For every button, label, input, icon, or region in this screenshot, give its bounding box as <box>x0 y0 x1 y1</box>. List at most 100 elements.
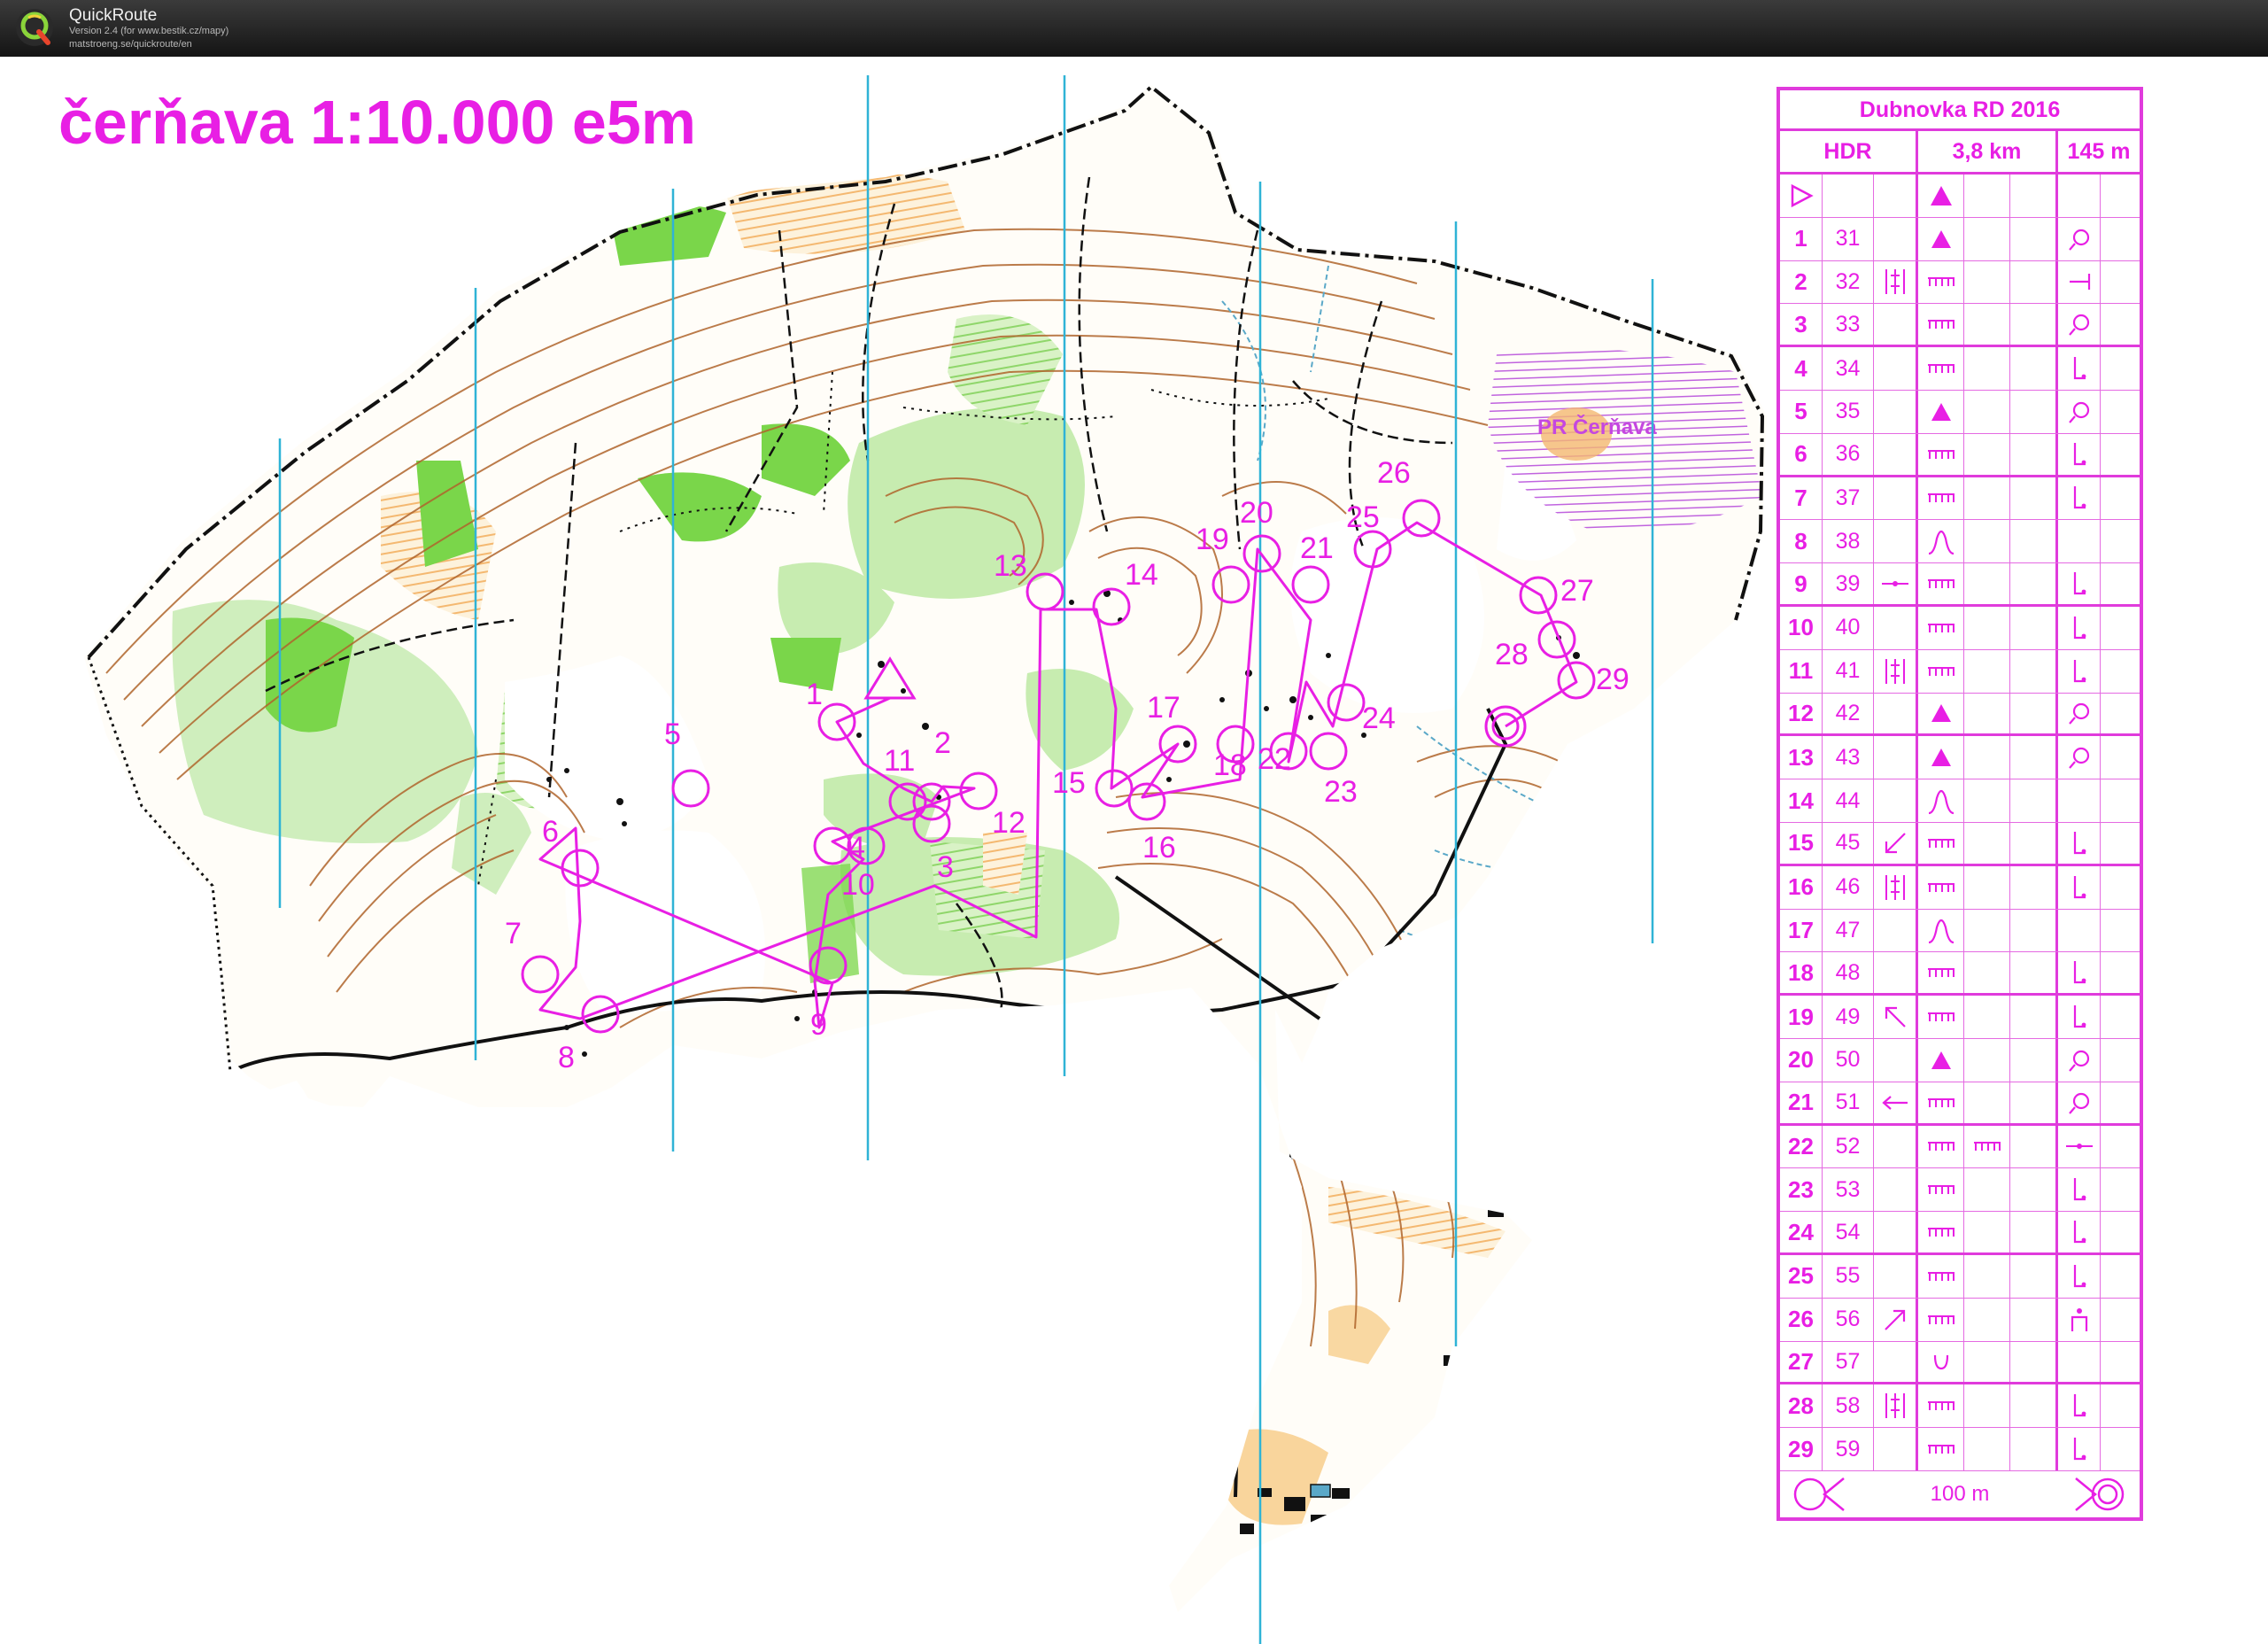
control-description-row: 20 50 <box>1780 1038 2140 1082</box>
control-number: 4 <box>848 831 865 865</box>
control-code: 53 <box>1823 1168 1874 1212</box>
control-number: 13 <box>994 549 1027 583</box>
comb-icon <box>1918 865 1964 909</box>
comb-icon <box>1918 952 1964 994</box>
control-sequence: 23 <box>1780 1168 1823 1212</box>
foot-icon <box>2058 606 2101 649</box>
course-climb: 145 m <box>2067 139 2131 164</box>
control-number: 3 <box>937 850 954 884</box>
wall-icon <box>1874 1384 1918 1428</box>
knoll-icon <box>2058 304 2101 345</box>
control-number: 7 <box>505 917 522 950</box>
control-description-row: 6 36 <box>1780 433 2140 477</box>
control-code: 34 <box>1823 347 1874 390</box>
control-description-row: 9 39 <box>1780 563 2140 607</box>
control-code: 46 <box>1823 865 1874 909</box>
control-sequence: 8 <box>1780 520 1823 563</box>
control-number: 15 <box>1052 766 1086 800</box>
comb-icon <box>1918 1298 1964 1341</box>
comb-icon <box>1918 563 1964 604</box>
control-sequence: 27 <box>1780 1341 1823 1383</box>
control-sequence: 28 <box>1780 1384 1823 1428</box>
finish-distance: 100 m <box>1930 1481 1990 1506</box>
control-number: 11 <box>884 744 915 778</box>
control-code: 43 <box>1823 736 1874 779</box>
control-number: 1 <box>806 678 823 711</box>
comb-icon <box>1918 606 1964 649</box>
comb-icon <box>1918 433 1964 475</box>
control-sequence: 4 <box>1780 347 1823 390</box>
control-description-row: 2 32 <box>1780 260 2140 305</box>
control-description-row: 10 40 <box>1780 606 2140 650</box>
control-code: 36 <box>1823 433 1874 475</box>
control-sequence: 10 <box>1780 606 1823 649</box>
control-code: 42 <box>1823 693 1874 734</box>
control-description-sheet: Dubnovka RD 2016 HDR 3,8 km 145 m 1 31 2 32… <box>1776 87 2143 1521</box>
control-sequence: 2 <box>1780 260 1823 304</box>
control-code: 44 <box>1823 779 1874 822</box>
control-description-row: 21 51 <box>1780 1082 2140 1126</box>
control-number: 18 <box>1213 748 1247 782</box>
app-name: QuickRoute <box>69 6 158 25</box>
control-code: 39 <box>1823 563 1874 604</box>
control-sequence: 7 <box>1780 477 1823 520</box>
control-number: 26 <box>1377 456 1411 490</box>
control-sequence: 20 <box>1780 1038 1823 1082</box>
foot-icon <box>2058 1428 2101 1470</box>
control-sequence: 17 <box>1780 909 1823 952</box>
dash-icon <box>2058 1125 2101 1168</box>
control-code: 49 <box>1823 996 1874 1038</box>
control-number: 28 <box>1495 638 1529 671</box>
control-number: 23 <box>1324 775 1358 809</box>
tee-icon <box>2058 260 2101 304</box>
control-code: 48 <box>1823 952 1874 994</box>
control-sequence: 14 <box>1780 779 1823 822</box>
control-number: 8 <box>558 1041 575 1074</box>
control-sequence: 13 <box>1780 736 1823 779</box>
event-name: Dubnovka RD 2016 <box>1780 90 2140 131</box>
arrow-w-icon <box>1874 1082 1918 1123</box>
foot-icon <box>2058 347 2101 390</box>
foot-icon <box>2058 996 2101 1038</box>
control-sequence: 24 <box>1780 1212 1823 1252</box>
control-number: 19 <box>1196 523 1229 556</box>
control-number: 5 <box>664 717 681 751</box>
control-number: 29 <box>1596 663 1629 696</box>
control-code: 50 <box>1823 1038 1874 1082</box>
gate-icon <box>2058 1298 2101 1341</box>
control-description-row: 8 38 <box>1780 520 2140 564</box>
triangle-icon <box>1918 736 1964 779</box>
start-row <box>1780 174 2140 218</box>
triangle-icon <box>1918 390 1964 433</box>
control-code: 47 <box>1823 909 1874 952</box>
control-sequence: 5 <box>1780 390 1823 433</box>
control-code: 37 <box>1823 477 1874 520</box>
control-sequence: 9 <box>1780 563 1823 604</box>
knoll-icon <box>2058 1038 2101 1082</box>
cup-icon <box>1918 1341 1964 1383</box>
control-sequence: 11 <box>1780 649 1823 693</box>
control-code: 45 <box>1823 822 1874 864</box>
control-number: 2 <box>934 726 951 760</box>
course-header-row: HDR 3,8 km 145 m <box>1780 131 2140 174</box>
control-number: 6 <box>542 815 559 849</box>
control-description-row: 29 59 <box>1780 1428 2140 1471</box>
foot-icon <box>2058 1384 2101 1428</box>
control-number: 21 <box>1300 531 1334 565</box>
control-number: 17 <box>1147 691 1180 725</box>
arrow-sw-icon <box>1874 822 1918 864</box>
control-number: 25 <box>1346 500 1380 534</box>
control-sequence: 22 <box>1780 1125 1823 1168</box>
control-description-row: 15 45 <box>1780 822 2140 866</box>
control-number: 22 <box>1258 742 1291 776</box>
restricted-area-label: PR Čerňava <box>1537 415 1657 439</box>
control-code: 59 <box>1823 1428 1874 1470</box>
control-code: 35 <box>1823 390 1874 433</box>
wall-icon <box>1874 865 1918 909</box>
comb-icon <box>1918 477 1964 520</box>
foot-icon <box>2058 563 2101 604</box>
comb-icon <box>1918 1254 1964 1298</box>
foot-icon <box>2058 822 2101 864</box>
control-code: 54 <box>1823 1212 1874 1252</box>
control-description-row: 17 47 <box>1780 909 2140 953</box>
